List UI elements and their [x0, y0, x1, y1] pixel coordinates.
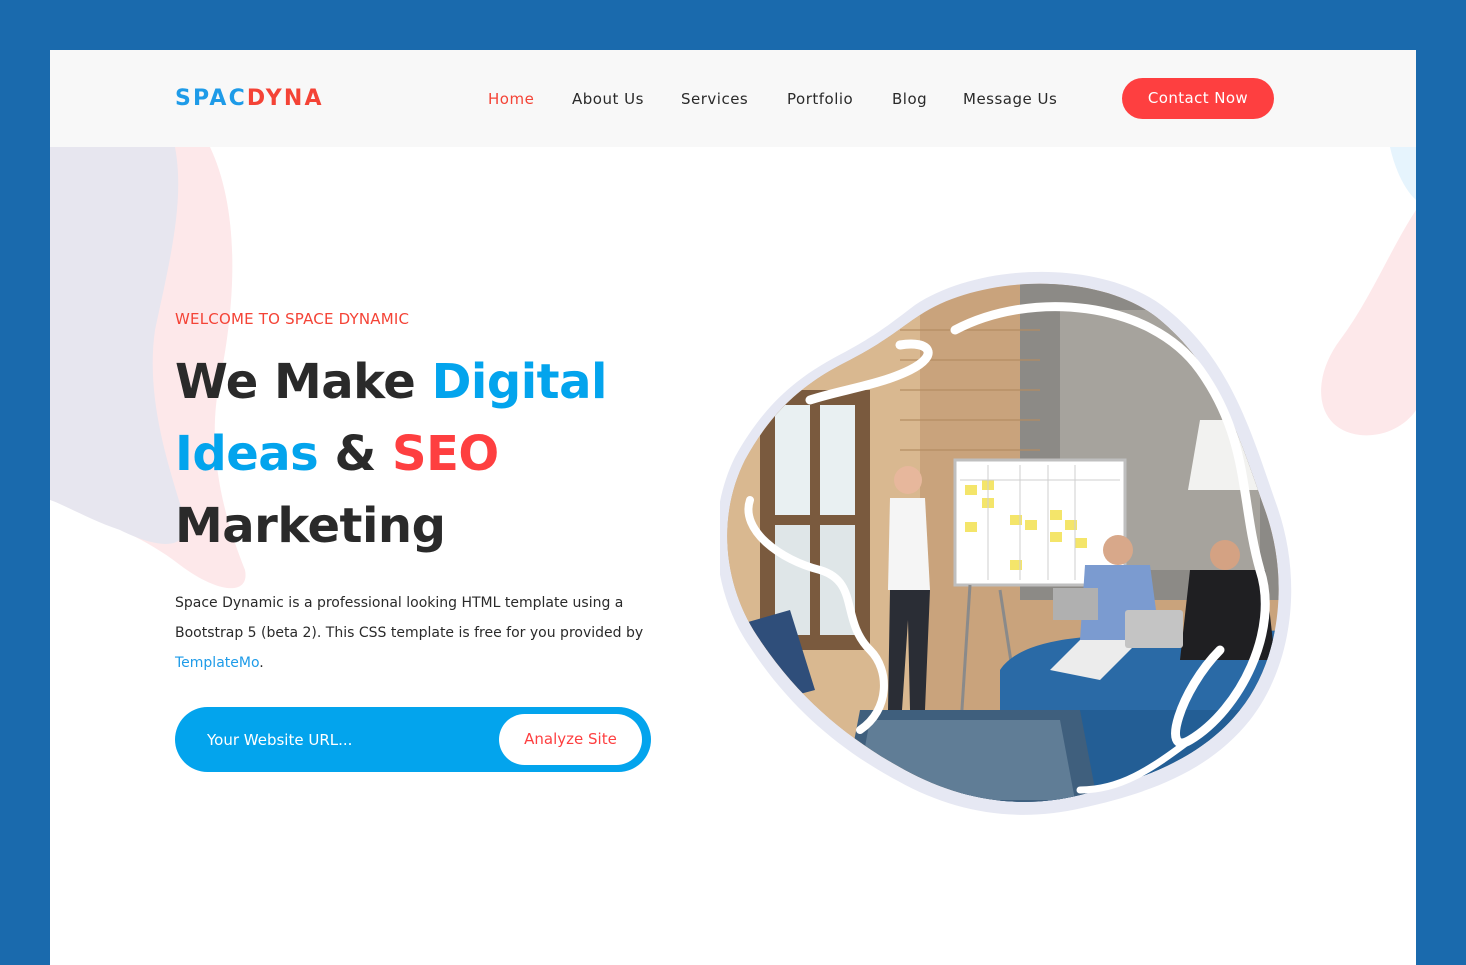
- headline-part-marketing: Marketing: [175, 498, 446, 554]
- hero-image: [720, 271, 1292, 815]
- hero-description: Space Dynamic is a professional looking …: [175, 588, 685, 678]
- site-logo[interactable]: SPACDYNA: [175, 86, 324, 112]
- nav-item-message-us[interactable]: Message Us: [963, 90, 1057, 108]
- headline-part-we-make: We Make: [175, 354, 432, 410]
- nav-item-portfolio[interactable]: Portfolio: [787, 90, 853, 108]
- logo-part-spac: SPAC: [175, 86, 247, 111]
- team-meeting-photo-icon: [727, 283, 1279, 802]
- logo-part-dyna: DYNA: [246, 86, 324, 111]
- hero-eyebrow: WELCOME TO SPACE DYNAMIC: [175, 310, 410, 328]
- templatemo-link[interactable]: TemplateMo: [175, 655, 259, 671]
- page-frame: SPACDYNA Home About Us Services Portfoli…: [50, 50, 1416, 965]
- contact-now-button[interactable]: Contact Now: [1122, 78, 1274, 119]
- headline-part-digital: Digital: [431, 354, 608, 410]
- description-end: .: [259, 655, 264, 671]
- site-header: SPACDYNA Home About Us Services Portfoli…: [50, 50, 1416, 147]
- website-url-input[interactable]: [175, 707, 475, 772]
- analyze-site-button[interactable]: Analyze Site: [499, 714, 642, 765]
- nav-item-home[interactable]: Home: [488, 90, 534, 108]
- nav-item-about-us[interactable]: About Us: [572, 90, 644, 108]
- nav-item-blog[interactable]: Blog: [892, 90, 927, 108]
- website-analyze-form: Analyze Site: [175, 707, 651, 772]
- headline-part-and: &: [318, 426, 393, 482]
- hero-headline: We Make Digital Ideas & SEO Marketing: [175, 346, 715, 562]
- nav-item-services[interactable]: Services: [681, 90, 748, 108]
- headline-part-seo: SEO: [392, 426, 499, 482]
- description-text: Space Dynamic is a professional looking …: [175, 595, 644, 641]
- headline-part-ideas: Ideas: [175, 426, 319, 482]
